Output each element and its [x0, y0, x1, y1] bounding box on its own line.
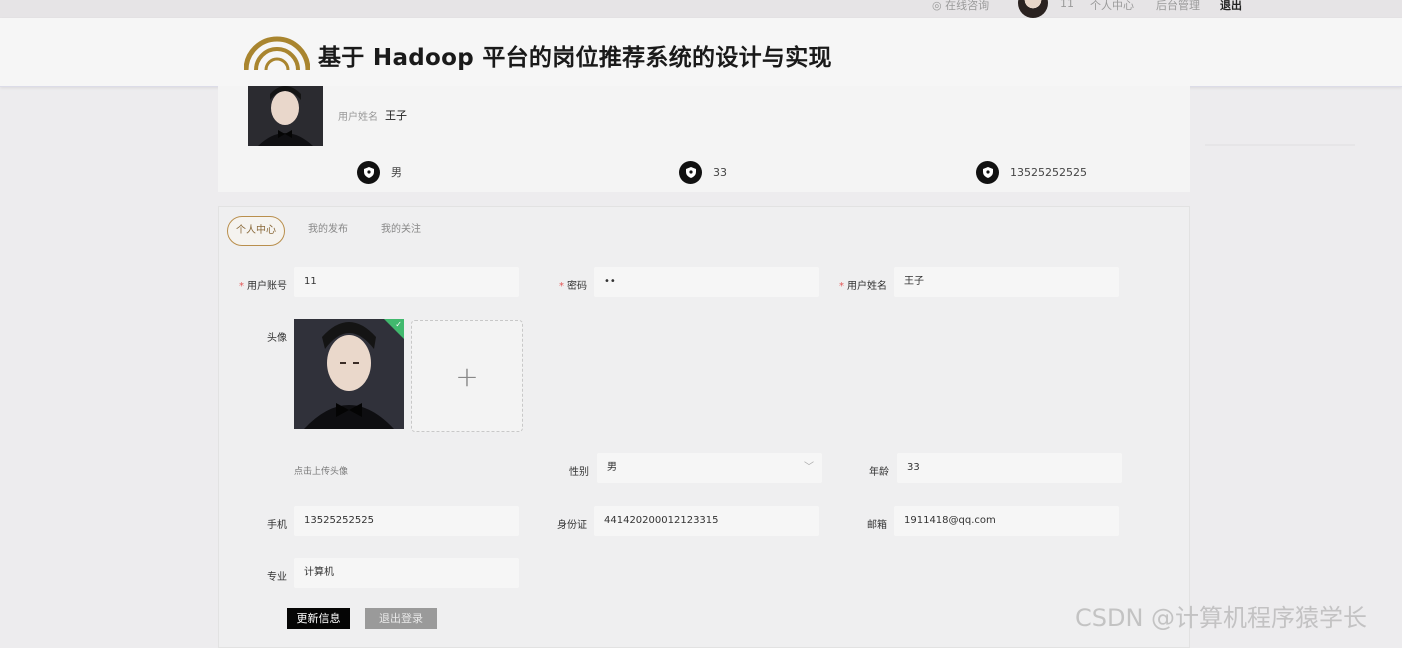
age-input[interactable]: 33 — [897, 453, 1122, 483]
upload-hint: 点击上传头像 — [294, 467, 349, 477]
idcard-label: 身份证 — [557, 520, 587, 531]
profile-name-label: 用户姓名 — [338, 112, 378, 123]
idcard-input[interactable]: 441420200012123315 — [594, 506, 819, 536]
profile-phone-value: 13525252525 — [1010, 165, 1087, 179]
site-header: 基于 Hadoop 平台的岗位推荐系统的设计与实现 — [0, 18, 1402, 87]
major-input[interactable]: 计算机 — [294, 558, 519, 588]
personal-center-link[interactable]: 个人中心 — [1090, 0, 1134, 13]
name-input[interactable]: 王子 — [894, 267, 1119, 297]
site-logo-icon[interactable] — [244, 32, 310, 72]
profile-avatar — [248, 86, 323, 146]
topbar-username: 11 — [1060, 0, 1074, 10]
personal-center-card: 个人中心 我的发布 我的关注 * 用户账号 11 * 密码 •• * 用户姓名 王子 … — [218, 206, 1190, 648]
profile-name-value: 王子 — [385, 109, 407, 122]
account-label: * 用户账号 — [239, 281, 287, 292]
profile-phone-stat: 13525252525 — [976, 160, 1087, 184]
gender-label: 性别 — [569, 467, 589, 478]
age-label: 年龄 — [869, 467, 889, 478]
update-info-button[interactable]: 更新信息 — [287, 608, 350, 629]
profile-gender-value: 男 — [391, 166, 402, 179]
shield-icon — [679, 160, 702, 184]
online-chat-link[interactable]: ◎ 在线咨询 — [932, 0, 989, 13]
check-icon: ✓ — [395, 320, 402, 329]
profile-age-value: 33 — [713, 165, 727, 179]
top-utility-bar: ◎ 在线咨询 11 个人中心 后台管理 退出 — [0, 0, 1402, 18]
major-label: 专业 — [267, 572, 287, 583]
email-label: 邮箱 — [867, 520, 887, 531]
divider — [1205, 144, 1355, 146]
phone-input[interactable]: 13525252525 — [294, 506, 519, 536]
password-label: * 密码 — [559, 281, 587, 292]
admin-link[interactable]: 后台管理 — [1156, 0, 1200, 13]
watermark: CSDN @计算机程序猿学长 — [1075, 604, 1368, 632]
name-label: * 用户姓名 — [839, 281, 887, 292]
phone-label: 手机 — [267, 520, 287, 531]
account-input[interactable]: 11 — [294, 267, 519, 297]
gender-select[interactable]: 男 ﹀ — [597, 453, 822, 483]
email-input[interactable]: 1911418@qq.com — [894, 506, 1119, 536]
chevron-down-icon: ﹀ — [804, 462, 814, 473]
site-title: 基于 Hadoop 平台的岗位推荐系统的设计与实现 — [318, 45, 832, 71]
avatar-label: 头像 — [267, 333, 287, 344]
profile-summary-card: 用户姓名 王子 男 33 13525252525 — [218, 86, 1190, 192]
user-avatar-mini[interactable] — [1018, 0, 1048, 18]
shield-icon — [976, 160, 999, 184]
shield-icon — [357, 160, 380, 184]
profile-age-stat: 33 — [679, 160, 727, 184]
tab-personal-center[interactable]: 个人中心 — [227, 216, 285, 246]
uploaded-avatar-thumbnail[interactable]: ✓ — [294, 319, 404, 429]
upload-add-button[interactable]: + — [411, 320, 523, 432]
password-input[interactable]: •• — [594, 267, 819, 297]
plus-icon: + — [455, 359, 479, 393]
logout-button[interactable]: 退出登录 — [365, 608, 437, 629]
profile-gender-stat: 男 — [357, 160, 402, 184]
tab-my-posts[interactable]: 我的发布 — [308, 216, 348, 244]
tab-my-follows[interactable]: 我的关注 — [381, 216, 421, 244]
logout-link[interactable]: 退出 — [1220, 0, 1242, 13]
